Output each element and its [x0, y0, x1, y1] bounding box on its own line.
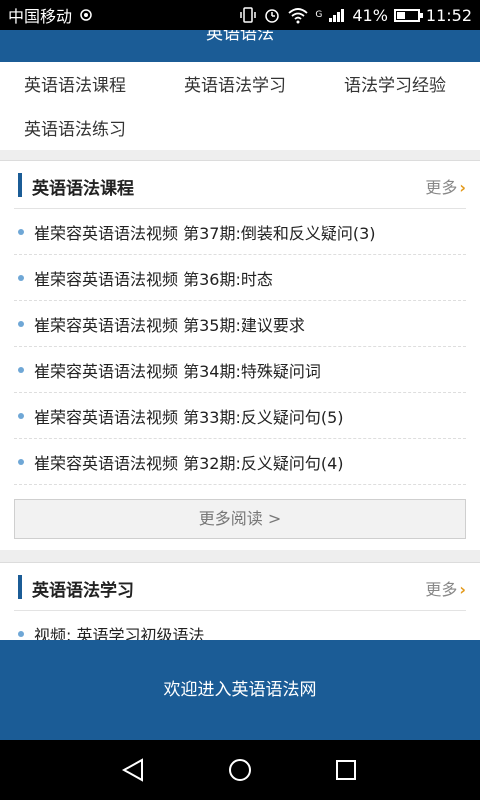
bullet-icon	[18, 367, 24, 373]
nav-item-experience[interactable]: 语法学习经验	[344, 71, 446, 96]
more-link-label: 更多	[425, 178, 458, 197]
bullet-icon	[18, 459, 24, 465]
list-item[interactable]: 视频: 英语学习初级语法	[14, 611, 466, 642]
section-title: 英语语法学习	[32, 581, 134, 601]
list-item-title: 崔荣容英语语法视频 第32期:反义疑问句(4)	[34, 454, 344, 473]
wifi-icon	[288, 8, 308, 24]
signal-icon	[329, 9, 345, 22]
nav-item-practice[interactable]: 英语语法练习	[24, 115, 126, 140]
clock: 11:52	[425, 5, 472, 25]
bullet-icon	[18, 631, 24, 637]
list-item[interactable]: 崔荣容英语语法视频 第36期:时态	[14, 255, 466, 301]
battery-icon	[393, 8, 423, 22]
page-title: 英语语法	[206, 30, 274, 44]
back-icon[interactable]	[120, 756, 148, 784]
more-link-label: 更多	[425, 580, 458, 599]
alarm-icon	[265, 9, 280, 23]
list-item-title: 崔荣容英语语法视频 第34期:特殊疑问词	[34, 362, 321, 381]
section-header: 英语语法课程 更多 ›	[14, 161, 466, 209]
section-header: 英语语法学习 更多 ›	[14, 563, 466, 611]
more-link[interactable]: 更多 ›	[425, 576, 466, 600]
welcome-banner-text: 欢迎进入英语语法网	[163, 680, 317, 700]
list-item-title: 视频: 英语学习初级语法	[34, 626, 205, 642]
chevron-right-icon: ›	[459, 580, 466, 599]
list-item-title: 崔荣容英语语法视频 第33期:反义疑问句(5)	[34, 408, 344, 427]
nav-item-course[interactable]: 英语语法课程	[24, 71, 126, 96]
bullet-icon	[18, 321, 24, 327]
list-item-title: 崔荣容英语语法视频 第37期:倒装和反义疑问(3)	[34, 224, 376, 243]
list-item-title: 崔荣容英语语法视频 第36期:时态	[34, 270, 273, 289]
bullet-icon	[18, 413, 24, 419]
recent-apps-icon[interactable]	[332, 756, 360, 784]
read-more-button[interactable]: 更多阅读 >	[14, 499, 466, 539]
list-item[interactable]: 崔荣容英语语法视频 第32期:反义疑问句(4)	[14, 439, 466, 485]
nav-item-study[interactable]: 英语语法学习	[184, 71, 286, 96]
list-item[interactable]: 崔荣容英语语法视频 第33期:反义疑问句(5)	[14, 393, 466, 439]
section-accent-bar	[18, 173, 22, 197]
bullet-icon	[18, 275, 24, 281]
battery-percent: 41%	[352, 5, 388, 25]
more-link[interactable]: 更多 ›	[425, 174, 466, 198]
section-accent-bar	[18, 575, 22, 599]
home-icon[interactable]	[226, 756, 254, 784]
section-grammar-study: 英语语法学习 更多 › 视频: 英语学习初级语法	[0, 562, 480, 642]
list-item[interactable]: 崔荣容英语语法视频 第35期:建议要求	[14, 301, 466, 347]
status-bar: 中国移动 G 41% 11:52	[0, 0, 480, 30]
system-nav-bar	[0, 740, 480, 800]
carrier-label: 中国移动	[8, 7, 73, 26]
chevron-right-icon: ›	[459, 178, 466, 197]
network-type-label: G	[315, 10, 323, 20]
app-header: 英语语法	[0, 30, 480, 62]
list-item[interactable]: 崔荣容英语语法视频 第34期:特殊疑问词	[14, 347, 466, 393]
welcome-banner[interactable]: 欢迎进入英语语法网	[0, 640, 480, 740]
hotspot-icon	[80, 9, 92, 21]
list-item-title: 崔荣容英语语法视频 第35期:建议要求	[34, 316, 305, 335]
vibrate-icon	[240, 7, 257, 23]
section-grammar-course: 英语语法课程 更多 › 崔荣容英语语法视频 第37期:倒装和反义疑问(3) 崔荣容…	[0, 160, 480, 550]
list-item[interactable]: 崔荣容英语语法视频 第37期:倒装和反义疑问(3)	[14, 209, 466, 255]
section-title: 英语语法课程	[32, 179, 134, 199]
category-nav: 英语语法课程 英语语法学习 语法学习经验 英语语法练习	[0, 62, 480, 150]
bullet-icon	[18, 229, 24, 235]
